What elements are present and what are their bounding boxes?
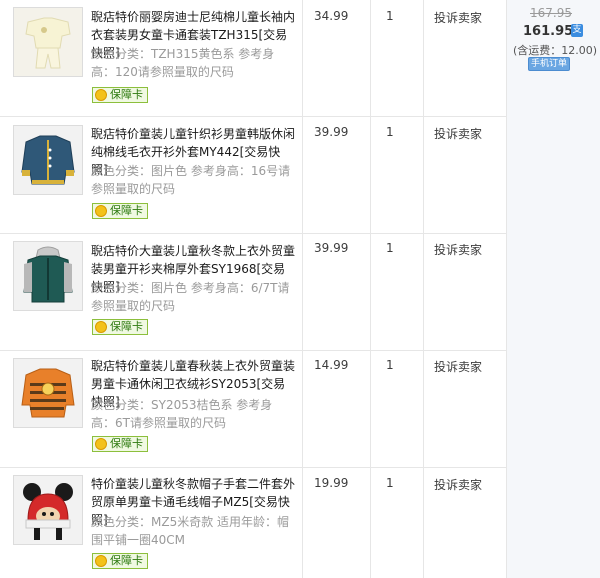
coin-icon xyxy=(95,89,107,101)
order-item-row: 聣痁特价童装儿童针织衫男童韩版休闲纯棉线毛衣开衫外套MY442[交易快照] 颜色… xyxy=(0,117,506,234)
complain-seller-link[interactable]: 投诉卖家 xyxy=(434,125,482,142)
item-quantity: 1 xyxy=(386,241,394,255)
green-hooded-jacket-photo xyxy=(14,242,82,310)
order-item-row: 聣痁特价童装儿童春秋装上衣外贸童装男童卡通休闲卫衣绒衫SY2053[交易快照] … xyxy=(0,351,506,468)
cream-pajama-set-photo xyxy=(14,8,82,76)
order-item-row: 特价童装儿童秋冬款帽子手套二件套外贸原单男童卡通毛线帽子MZ5[交易快照] 颜色… xyxy=(0,468,506,578)
order-item-row: 聣痁特价丽婴房迪士尼纯棉儿童长袖内衣套装男女童卡通套装TZH315[交易快照] … xyxy=(0,0,506,117)
order-item-row: 聣痁特价大童装儿童秋冬款上衣外贸童装男童开衫夹棉厚外套SY1968[交易快照] … xyxy=(0,234,506,351)
item-quantity: 1 xyxy=(386,125,394,139)
complain-seller-link[interactable]: 投诉卖家 xyxy=(434,358,482,375)
coin-icon xyxy=(95,555,107,567)
mickey-knit-hat-photo xyxy=(14,476,82,544)
badge-label: 保障卡 xyxy=(110,554,143,567)
mobile-order-badge[interactable]: 手机订单 xyxy=(528,57,570,71)
product-thumbnail[interactable] xyxy=(13,7,83,77)
item-spec: 颜色分类：MZ5米奇款 适用年龄：帽围平铺一圈40CM xyxy=(91,515,290,547)
product-thumbnail[interactable] xyxy=(13,475,83,545)
item-spec: 颜色分类：图片色 参考身高：16号请参照量取的尺码 xyxy=(91,164,291,196)
item-price: 19.99 xyxy=(314,476,349,490)
order-summary-panel xyxy=(506,0,600,578)
coin-icon xyxy=(95,205,107,217)
alipay-icon[interactable]: 支 xyxy=(571,24,583,37)
shipping-fee: (含运费：12.00) xyxy=(513,44,598,57)
item-price: 39.99 xyxy=(314,241,349,255)
coin-icon xyxy=(95,438,107,450)
navy-cardigan-photo xyxy=(14,126,82,194)
guarantee-card-badge[interactable]: 保障卡 xyxy=(92,203,148,219)
item-spec: 颜色分类：图片色 参考身高：6/7T请参照量取的尺码 xyxy=(91,281,290,313)
item-spec: 颜色分类：SY2053桔色系 参考身高：6T请参照量取的尺码 xyxy=(91,398,273,430)
product-thumbnail[interactable] xyxy=(13,241,83,311)
badge-label: 保障卡 xyxy=(110,437,143,450)
guarantee-card-badge[interactable]: 保障卡 xyxy=(92,87,148,103)
item-price: 39.99 xyxy=(314,125,349,139)
column-divider xyxy=(506,0,507,578)
product-thumbnail[interactable] xyxy=(13,358,83,428)
complain-seller-link[interactable]: 投诉卖家 xyxy=(434,9,482,26)
badge-label: 保障卡 xyxy=(110,88,143,101)
badge-label: 保障卡 xyxy=(110,204,143,217)
item-quantity: 1 xyxy=(386,476,394,490)
orange-striped-sweatshirt-photo xyxy=(14,359,82,427)
item-price: 14.99 xyxy=(314,358,349,372)
item-quantity: 1 xyxy=(386,9,394,23)
order-table: 聣痁特价丽婴房迪士尼纯棉儿童长袖内衣套装男女童卡通套装TZH315[交易快照] … xyxy=(0,0,600,578)
item-quantity: 1 xyxy=(386,358,394,372)
original-total: 167.95 xyxy=(530,6,572,20)
guarantee-card-badge[interactable]: 保障卡 xyxy=(92,319,148,335)
complain-seller-link[interactable]: 投诉卖家 xyxy=(434,241,482,258)
badge-label: 保障卡 xyxy=(110,320,143,333)
item-price: 34.99 xyxy=(314,9,349,23)
guarantee-card-badge[interactable]: 保障卡 xyxy=(92,553,148,569)
coin-icon xyxy=(95,321,107,333)
item-spec: 颜色分类：TZH315黄色系 参考身高：120请参照量取的尺码 xyxy=(91,47,275,79)
order-total: 161.95 xyxy=(523,24,574,39)
complain-seller-link[interactable]: 投诉卖家 xyxy=(434,476,482,493)
product-thumbnail[interactable] xyxy=(13,125,83,195)
guarantee-card-badge[interactable]: 保障卡 xyxy=(92,436,148,452)
